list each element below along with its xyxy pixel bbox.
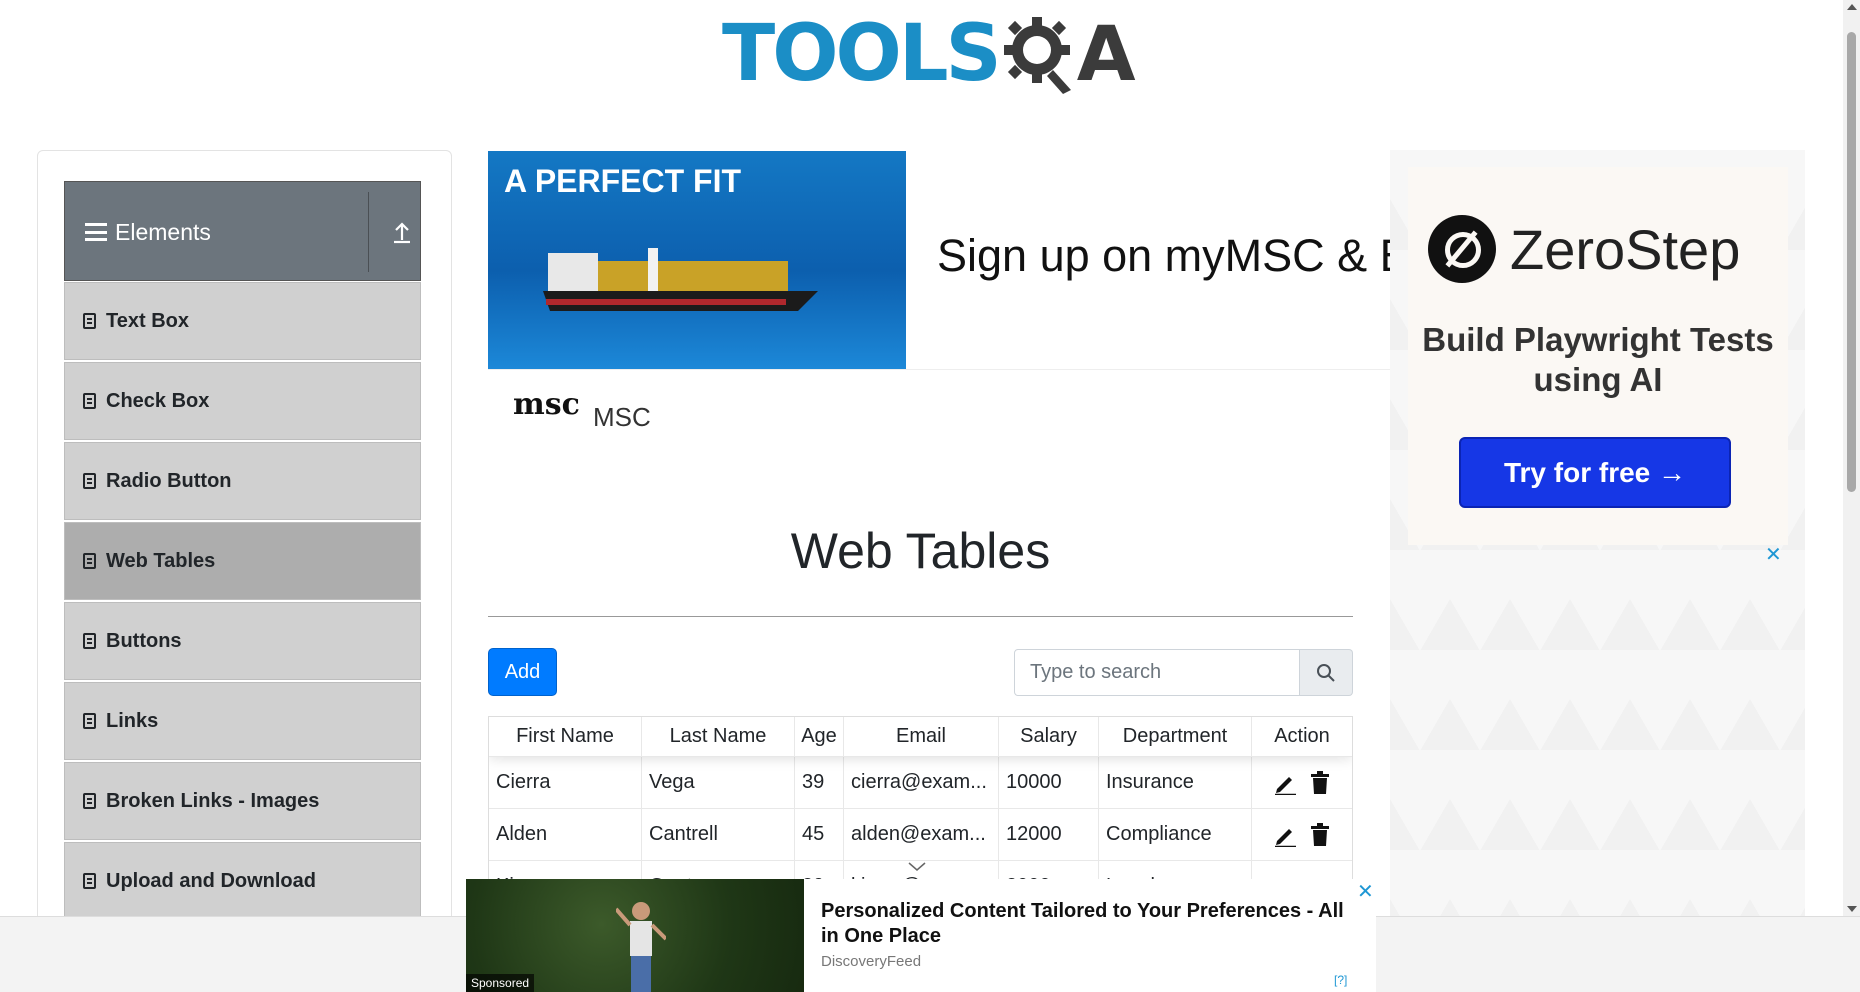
sidebar-item-web-tables[interactable]: Web Tables [64,522,421,600]
bottom-ad-title[interactable]: Personalized Content Tailored to Your Pr… [821,899,1361,949]
zerostep-tagline: Build Playwright Tests using AI [1422,321,1774,398]
zerostep-mark-icon [1428,215,1496,283]
title-divider [488,616,1353,617]
page-title: Web Tables [790,523,1051,579]
table-cell: alden@exam... [844,809,999,860]
pencil-icon[interactable] [1273,771,1297,795]
pencil-icon[interactable] [1273,823,1297,847]
page-scrollbar[interactable] [1843,0,1860,916]
ad-brand-name[interactable]: MSC [593,402,651,433]
ship-illustration [543,248,818,311]
sidebar-item-label: Buttons [106,629,182,652]
table-row: Cierra Vega 39 cierra@exam... 10000 Insu… [489,757,1352,809]
hamburger-icon [85,223,107,241]
ad-headline[interactable]: Sign up on myMSC & B [937,230,1390,282]
ad-image-title: A PERFECT FIT [504,163,742,199]
html5-icon [83,793,96,809]
table-cell: 12000 [999,809,1099,860]
chevron-down-icon[interactable] [908,862,926,872]
table-cell: Alden [489,809,642,860]
action-cell [1252,757,1352,808]
close-icon[interactable]: ✕ [1357,879,1374,904]
sidebar-item-label: Upload and Download [106,869,316,892]
sidebar-item-links[interactable]: Links [64,682,421,760]
msc-logo: msc [513,387,580,422]
sidebar-item-label: Broken Links - Images [106,789,320,812]
close-icon[interactable]: ✕ [1765,542,1782,567]
sidebar-item-buttons[interactable]: Buttons [64,602,421,680]
table-header-row: First Name Last Name Age Email Salary De… [489,717,1352,757]
html5-icon [83,873,96,889]
html5-icon [83,553,96,569]
column-header[interactable]: Last Name [642,717,795,756]
trash-icon[interactable] [1309,770,1331,795]
bottom-ad-source: DiscoveryFeed [821,953,922,970]
elements-group-header[interactable]: Elements [64,181,421,281]
column-header[interactable]: Email [844,717,999,756]
msc-ad-image[interactable]: A PERFECT FIT [488,151,906,369]
search-input[interactable] [1014,649,1300,696]
html5-icon [83,473,96,489]
column-header[interactable]: First Name [489,717,642,756]
bottom-ad-image: Sponsored [466,879,804,992]
sidebar-item-label: Text Box [106,309,189,332]
try-for-free-button[interactable]: Try for free → [1459,437,1731,508]
scrollbar-thumb[interactable] [1847,32,1856,492]
ad-divider [488,369,1390,370]
header-divider [368,192,369,272]
column-header[interactable]: Age [795,717,844,756]
search-icon [1317,663,1335,682]
gear-q-icon [1003,17,1071,94]
scroll-up-icon[interactable] [1847,4,1857,10]
sidebar-item-text-box[interactable]: Text Box [64,282,421,360]
sidebar-item-label: Web Tables [106,549,216,572]
html5-icon [83,313,96,329]
sidebar-item-label: Radio Button [106,469,232,492]
action-cell [1252,809,1352,860]
column-header[interactable]: Action [1252,717,1352,756]
arrow-up-icon[interactable] [391,218,413,246]
table-row: Alden Cantrell 45 alden@exam... 12000 Co… [489,809,1352,861]
html5-icon [83,393,96,409]
html5-icon [83,713,96,729]
table-cell: Cierra [489,757,642,808]
table-cell: 10000 [999,757,1099,808]
sponsored-label: Sponsored [466,974,535,992]
trash-icon[interactable] [1309,822,1331,847]
group-title-label: Elements [115,218,211,245]
search-box [1014,649,1353,696]
sidebar-item-broken-links[interactable]: Broken Links - Images [64,762,421,840]
table-cell: Compliance [1099,809,1252,860]
toolsqa-logo[interactable]: TOOLS A [722,14,1136,94]
add-button[interactable]: Add [488,648,557,696]
sidebar-item-label: Check Box [106,389,210,412]
column-header[interactable]: Salary [999,717,1099,756]
adchoices-icon[interactable]: [?] [1334,973,1347,987]
logo-a: A [1076,9,1136,98]
bottom-ad[interactable]: Sponsored Personalized Content Tailored … [466,879,1376,992]
sidebar-item-check-box[interactable]: Check Box [64,362,421,440]
sidebar-item-upload-download[interactable]: Upload and Download [64,842,421,920]
table-cell: Insurance [1099,757,1252,808]
logo-text: TOOLS [722,9,1002,99]
sidebar-item-label: Links [106,709,159,732]
search-button[interactable] [1300,649,1353,696]
zerostep-name: ZeroStep [1510,217,1741,281]
group-title: Elements [85,182,211,282]
sidebar-item-radio-button[interactable]: Radio Button [64,442,421,520]
person-illustration [616,902,666,992]
column-header[interactable]: Department [1099,717,1252,756]
table-cell: cierra@exam... [844,757,999,808]
sidebar-menu: Text Box Check Box Radio Button Web Tabl… [64,282,421,922]
html5-icon [83,633,96,649]
table-cell: Cantrell [642,809,795,860]
zerostep-logo: ZeroStep [1428,215,1740,283]
table-cell: 39 [795,757,844,808]
scroll-down-icon[interactable] [1847,906,1857,912]
table-cell: 45 [795,809,844,860]
table-cell: Vega [642,757,795,808]
